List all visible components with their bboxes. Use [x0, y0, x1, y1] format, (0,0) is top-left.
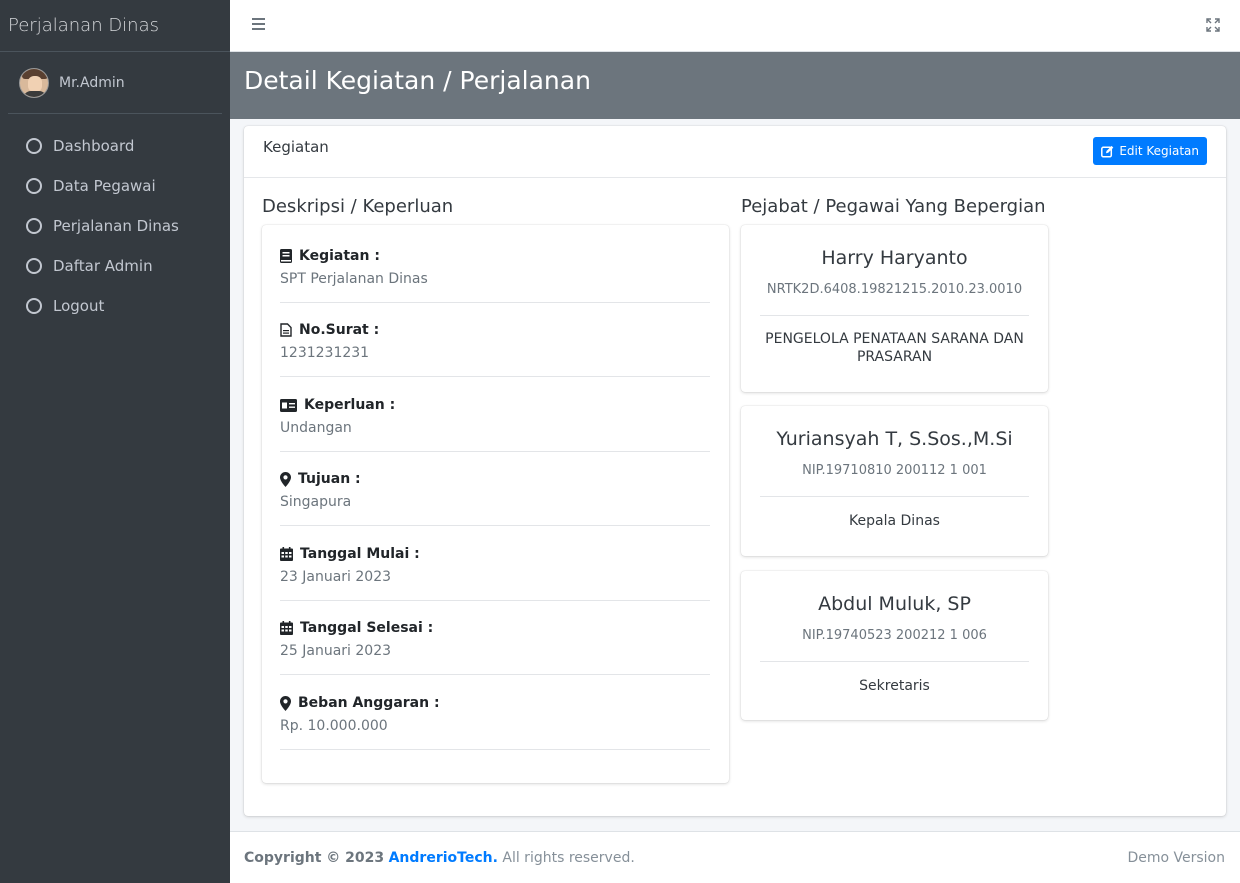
- map-marker-icon: [280, 695, 291, 711]
- detail-item-tanggal-mulai: Tanggal Mulai : 23 Januari 2023: [280, 526, 710, 601]
- footer: Copyright © 2023 AndrerioTech. All right…: [230, 831, 1240, 883]
- person-name: Yuriansyah T, S.Sos.,M.Si: [776, 428, 1013, 450]
- detail-label: Kegiatan :: [299, 248, 380, 264]
- version-text: Demo Version: [1127, 850, 1225, 866]
- detail-label: Tanggal Selesai :: [300, 620, 434, 636]
- fullscreen-icon[interactable]: [1206, 18, 1220, 32]
- edit-kegiatan-label: Edit Kegiatan: [1119, 144, 1199, 158]
- people-section-title: Pejabat / Pegawai Yang Bepergian: [741, 196, 1046, 217]
- divider: [760, 496, 1029, 497]
- detail-label: Tanggal Mulai :: [300, 546, 420, 562]
- menu-toggle-icon[interactable]: [252, 18, 265, 30]
- map-marker-icon: [280, 471, 291, 487]
- sidebar-item-data-pegawai[interactable]: Data Pegawai: [0, 166, 230, 206]
- page-header: Detail Kegiatan / Perjalanan: [230, 52, 1240, 119]
- detail-item-no-surat: No.Surat : 1231231231: [280, 302, 710, 377]
- kegiatan-card: Kegiatan Edit Kegiatan Deskripsi / Keper…: [244, 126, 1226, 816]
- calendar-icon: [280, 621, 293, 635]
- detail-item-beban-anggaran: Beban Anggaran : Rp. 10.000.000: [280, 675, 710, 750]
- brand-link[interactable]: AndrerioTech.: [389, 850, 498, 866]
- circle-icon: [26, 138, 42, 154]
- detail-label: Tujuan :: [298, 471, 361, 487]
- person-role: Sekretaris: [859, 678, 930, 694]
- circle-icon: [26, 218, 42, 234]
- person-role: PENGELOLA PENATAAN SARANA DAN PRASARAN: [765, 331, 1024, 365]
- divider: [760, 661, 1029, 662]
- top-navbar: [230, 0, 1240, 52]
- edit-icon: [1101, 145, 1114, 158]
- detail-value: Undangan: [280, 420, 352, 436]
- person-card: Abdul Muluk, SP NIP.19740523 200212 1 00…: [741, 571, 1048, 720]
- edit-kegiatan-button[interactable]: Edit Kegiatan: [1093, 137, 1207, 165]
- person-name: Abdul Muluk, SP: [818, 593, 971, 615]
- sidebar-item-logout[interactable]: Logout: [0, 286, 230, 326]
- person-card: Harry Haryanto NRTK2D.6408.19821215.2010…: [741, 225, 1048, 392]
- description-section-title: Deskripsi / Keperluan: [262, 196, 454, 217]
- sidebar-item-label: Logout: [53, 297, 105, 315]
- detail-item-tujuan: Tujuan : Singapura: [280, 451, 710, 526]
- detail-item-kegiatan: Kegiatan : SPT Perjalanan Dinas: [280, 228, 710, 303]
- description-box: Kegiatan : SPT Perjalanan Dinas No.Surat…: [262, 225, 729, 783]
- calendar-icon: [280, 547, 293, 561]
- detail-value: Rp. 10.000.000: [280, 718, 388, 734]
- detail-item-keperluan: Keperluan : Undangan: [280, 377, 710, 452]
- person-card: Yuriansyah T, S.Sos.,M.Si NIP.19710810 2…: [741, 406, 1048, 556]
- detail-item-tanggal-selesai: Tanggal Selesai : 25 Januari 2023: [280, 600, 710, 675]
- book-icon: [280, 249, 292, 263]
- sidebar-nav: Dashboard Data Pegawai Perjalanan Dinas …: [0, 126, 230, 326]
- user-panel: Mr.Admin: [8, 52, 222, 114]
- person-nip: NRTK2D.6408.19821215.2010.23.0010: [766, 282, 1023, 297]
- sidebar-item-label: Perjalanan Dinas: [53, 217, 179, 235]
- person-nip: NIP.19710810 200112 1 001: [802, 463, 987, 478]
- detail-value: 1231231231: [280, 345, 370, 361]
- detail-label: Beban Anggaran :: [298, 695, 440, 711]
- page-title: Detail Kegiatan / Perjalanan: [244, 66, 591, 95]
- detail-value: SPT Perjalanan Dinas: [280, 271, 428, 287]
- copyright-prefix: Copyright © 2023: [244, 850, 385, 866]
- sidebar-item-label: Data Pegawai: [53, 177, 156, 195]
- copyright: Copyright © 2023 AndrerioTech. All right…: [244, 850, 635, 866]
- sidebar-item-label: Daftar Admin: [53, 257, 153, 275]
- file-icon: [280, 323, 292, 337]
- rights-text: All rights reserved.: [502, 850, 635, 866]
- person-nip: NIP.19740523 200212 1 006: [802, 628, 987, 643]
- user-name[interactable]: Mr.Admin: [59, 75, 125, 91]
- detail-value: 23 Januari 2023: [280, 569, 392, 585]
- person-name: Harry Haryanto: [821, 247, 968, 269]
- detail-value: Singapura: [280, 494, 352, 510]
- sidebar-item-daftar-admin[interactable]: Daftar Admin: [0, 246, 230, 286]
- sidebar-item-label: Dashboard: [53, 137, 135, 155]
- card-title: Kegiatan: [263, 138, 329, 156]
- detail-value: 25 Januari 2023: [280, 643, 392, 659]
- sidebar: Perjalanan Dinas Mr.Admin Dashboard Data…: [0, 0, 230, 883]
- sidebar-item-perjalanan-dinas[interactable]: Perjalanan Dinas: [0, 206, 230, 246]
- divider: [760, 315, 1029, 316]
- circle-icon: [26, 178, 42, 194]
- detail-label: No.Surat :: [299, 322, 380, 338]
- avatar[interactable]: [19, 67, 49, 98]
- card-header: Kegiatan Edit Kegiatan: [244, 126, 1226, 178]
- brand-title[interactable]: Perjalanan Dinas: [0, 0, 230, 52]
- person-role: Kepala Dinas: [849, 513, 940, 529]
- circle-icon: [26, 298, 42, 314]
- detail-label: Keperluan :: [304, 397, 396, 413]
- id-card-icon: [280, 398, 297, 412]
- sidebar-item-dashboard[interactable]: Dashboard: [0, 126, 230, 166]
- circle-icon: [26, 258, 42, 274]
